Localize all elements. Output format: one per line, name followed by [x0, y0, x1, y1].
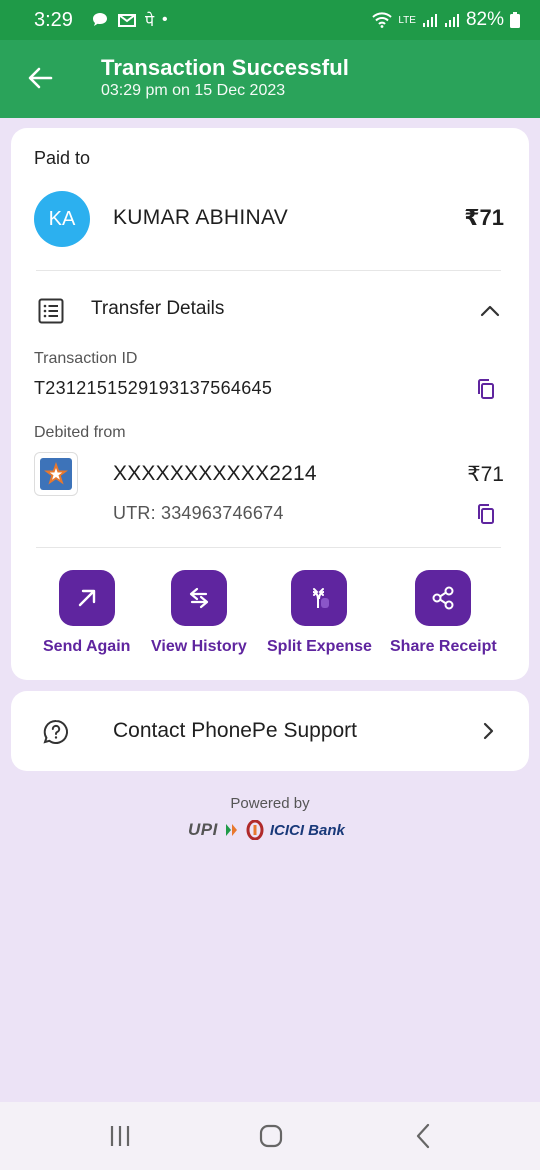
back-button[interactable] [22, 60, 58, 96]
gmail-notification-icon [117, 14, 136, 27]
divider [36, 270, 501, 271]
signal-icon-sim1 [422, 14, 437, 27]
share-receipt-button[interactable]: Share Receipt [390, 570, 497, 656]
icici-bank-logo: ICICI Bank [269, 821, 345, 839]
contact-support-label: Contact PhonePe Support [113, 719, 358, 742]
view-history-icon-button[interactable] [170, 570, 227, 626]
battery-icon [510, 12, 520, 28]
utr-number: UTR: 334963746674 [113, 503, 284, 523]
debit-amount: ₹71 [467, 463, 504, 486]
arrow-up-right-icon [78, 589, 95, 607]
home-icon [259, 1124, 283, 1148]
copy-utr-icon[interactable] [475, 503, 497, 525]
avatar: KA [34, 191, 90, 247]
chat-notification-icon [92, 13, 107, 26]
system-back-button[interactable] [410, 1122, 438, 1150]
partner-logos: UPI ICICI Bank [188, 820, 345, 840]
swap-arrows-icon [189, 587, 208, 609]
paid-to-label: Paid to [34, 148, 91, 168]
chevron-left-icon [416, 1123, 430, 1149]
view-history-label: View History [151, 638, 247, 655]
wifi-icon [372, 12, 393, 28]
status-bar: 3:29 पे • LTE 82% [0, 0, 540, 40]
transaction-datetime: 03:29 pm on 15 Dec 2023 [101, 82, 286, 99]
payee-amount: ₹71 [464, 205, 504, 230]
phonepe-notification-icon: पे [144, 13, 155, 30]
chevron-up-icon[interactable] [479, 300, 501, 322]
debited-from-label: Debited from [34, 424, 126, 441]
signal-icon-sim2 [444, 14, 459, 27]
divider [36, 547, 501, 548]
receipt-list-icon [38, 298, 64, 324]
page-title: Transaction Successful [101, 55, 349, 80]
icici-logo-icon [246, 820, 264, 840]
arrow-left-icon [28, 67, 53, 89]
split-expense-icon-button[interactable] [291, 570, 348, 626]
transaction-id-label: Transaction ID [34, 350, 138, 367]
send-again-button[interactable]: Send Again [43, 570, 130, 656]
send-again-icon-button[interactable] [58, 570, 115, 626]
chevron-right-icon [483, 722, 494, 740]
battery-percentage: 82% [465, 9, 504, 30]
share-receipt-icon-button[interactable] [415, 570, 472, 626]
system-navigation-bar [0, 1102, 540, 1170]
help-question-icon [43, 719, 68, 744]
more-notifications-icon: • [162, 11, 168, 28]
powered-by-label: Powered by [230, 795, 310, 812]
bank-star-logo-icon [40, 458, 72, 490]
debit-account-number: XXXXXXXXXXX2214 [113, 462, 317, 485]
status-time: 3:29 [34, 8, 73, 31]
network-type-label: LTE [398, 14, 416, 26]
transaction-card: Paid to KA KUMAR ABHINAV ₹71 Transfer De… [11, 128, 529, 680]
send-again-label: Send Again [43, 638, 131, 655]
copy-icon[interactable] [475, 378, 497, 400]
view-history-button[interactable]: View History [151, 570, 247, 656]
split-icon [313, 588, 330, 608]
transaction-id: T2312151529193137564645 [34, 378, 273, 398]
recent-apps-icon [110, 1126, 130, 1146]
upi-logo: UPI [188, 820, 218, 839]
split-expense-label: Split Expense [267, 638, 372, 655]
payee-name: KUMAR ABHINAV [113, 206, 289, 229]
bank-logo [34, 452, 78, 496]
share-receipt-label: Share Receipt [390, 638, 497, 655]
recent-apps-button[interactable] [106, 1122, 134, 1150]
upi-arrows-logo-icon [225, 824, 237, 836]
app-header: Transaction Successful 03:29 pm on 15 De… [0, 40, 540, 118]
home-button[interactable] [257, 1122, 285, 1150]
split-expense-button[interactable]: Split Expense [267, 570, 372, 656]
transfer-details-title: Transfer Details [91, 298, 225, 319]
contact-support-row[interactable]: Contact PhonePe Support [11, 691, 529, 771]
share-icon [432, 586, 454, 610]
